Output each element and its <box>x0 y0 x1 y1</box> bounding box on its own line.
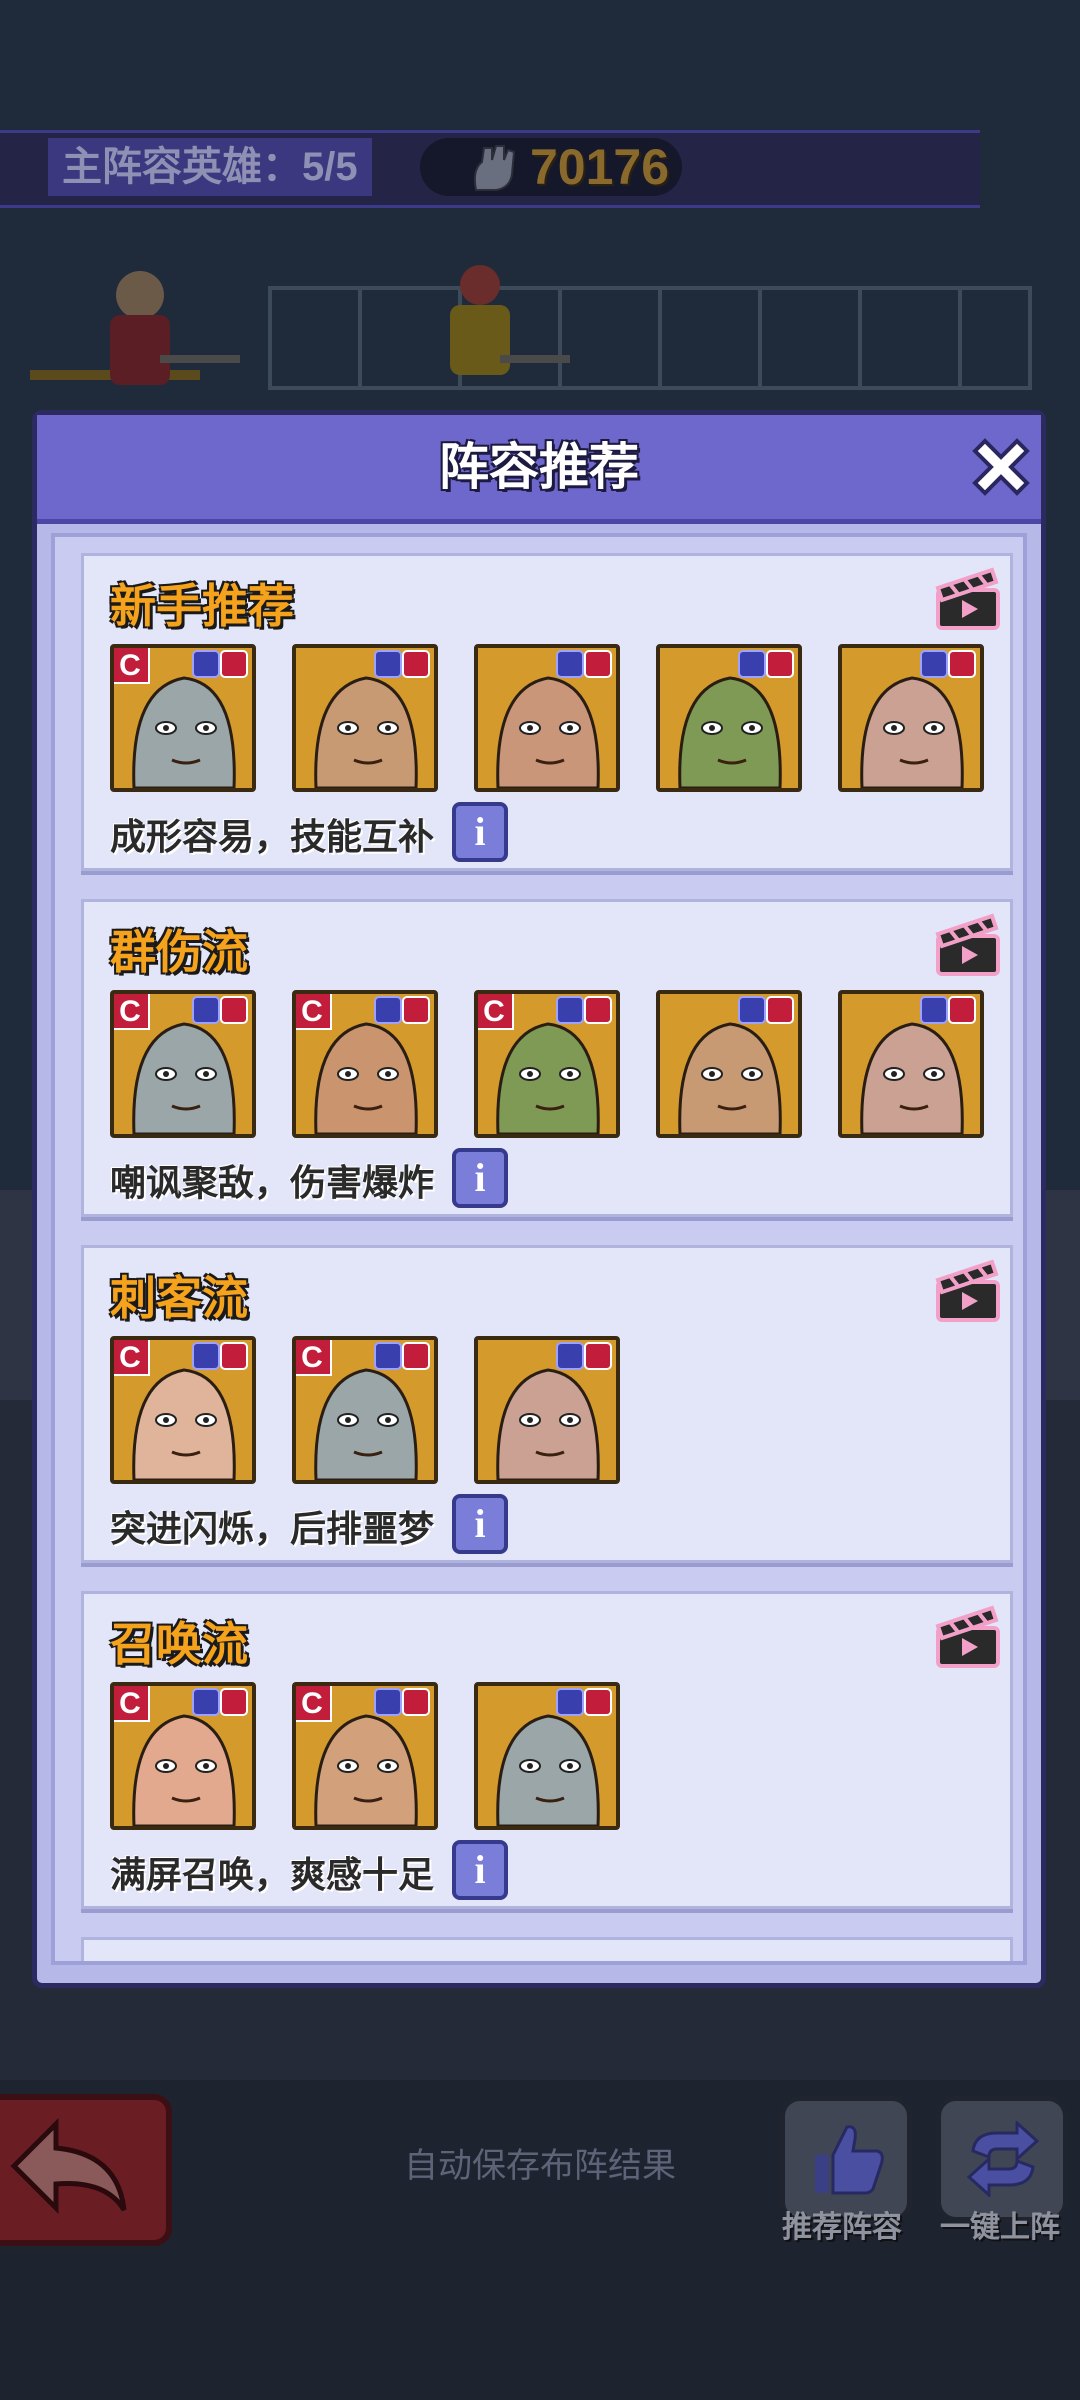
lineup-description: 突进闪烁，后排噩梦 <box>110 1508 435 1549</box>
thumbs-up-icon <box>815 2125 884 2195</box>
lineup-card-title: 群伤流 <box>110 926 248 978</box>
lineup-card-partial <box>81 1937 1013 1961</box>
class-icon <box>738 650 766 678</box>
class-icon <box>920 996 948 1024</box>
class-icon <box>556 1688 584 1716</box>
hero-figure-gunner <box>110 271 240 385</box>
weapon-icon <box>220 996 248 1024</box>
lineup-card: 召唤流 C C 满屏召唤，爽感十足 i <box>81 1591 1013 1909</box>
video-clapper-icon[interactable] <box>932 1254 1004 1326</box>
rarity-badge: C <box>114 648 150 684</box>
auto-deploy-label: 一键上阵 <box>940 2211 1060 2244</box>
weapon-icon <box>402 1688 430 1716</box>
class-icon <box>556 1342 584 1370</box>
hero-portrait[interactable] <box>838 644 984 792</box>
lineup-description: 成形容易，技能互补 <box>110 816 435 857</box>
hero-portrait[interactable] <box>474 1336 620 1484</box>
class-icon <box>192 1688 220 1716</box>
hero-portrait[interactable]: C <box>110 1682 256 1830</box>
weapon-icon <box>584 1688 612 1716</box>
hero-portrait[interactable] <box>474 644 620 792</box>
hero-portrait[interactable] <box>474 1682 620 1830</box>
class-icon <box>374 1688 402 1716</box>
class-icon <box>374 650 402 678</box>
info-button[interactable]: i <box>452 1494 508 1554</box>
rarity-badge: C <box>478 994 514 1030</box>
class-icon <box>920 650 948 678</box>
info-icon: i <box>474 1847 486 1892</box>
weapon-icon <box>402 996 430 1024</box>
dialog-header: 阵容推荐 <box>37 415 1041 524</box>
info-button[interactable]: i <box>452 802 508 862</box>
weapon-icon <box>220 1688 248 1716</box>
hero-portrait[interactable]: C <box>474 990 620 1138</box>
hero-portrait[interactable]: C <box>292 1682 438 1830</box>
autosave-hint: 自动保存布阵结果 <box>404 2147 676 2185</box>
class-icon <box>374 1342 402 1370</box>
video-clapper-icon[interactable] <box>932 908 1004 980</box>
close-icon[interactable] <box>965 431 1037 503</box>
power-value: 70176 <box>530 139 670 195</box>
rarity-badge: C <box>114 1340 150 1376</box>
info-icon: i <box>474 1501 486 1546</box>
class-icon <box>556 650 584 678</box>
fist-icon <box>473 145 516 191</box>
hero-portrait[interactable] <box>838 990 984 1138</box>
weapon-icon <box>766 650 794 678</box>
class-icon <box>738 996 766 1024</box>
info-button[interactable]: i <box>452 1148 508 1208</box>
class-icon <box>556 996 584 1024</box>
class-icon <box>192 650 220 678</box>
info-button[interactable]: i <box>452 1840 508 1900</box>
lineup-description: 嘲讽聚敌，伤害爆炸 <box>110 1162 435 1203</box>
rarity-badge: C <box>114 1686 150 1722</box>
hero-portrait[interactable]: C <box>110 1336 256 1484</box>
recommend-list[interactable]: 新手推荐 C 成形容易，技能互补 i 群伤流 C C C 嘲讽聚敌，伤害爆炸 i 刺客流 C C 突进闪烁… <box>51 533 1027 1965</box>
lineup-card-title: 刺客流 <box>110 1272 248 1324</box>
weapon-icon <box>402 1342 430 1370</box>
weapon-icon <box>584 996 612 1024</box>
weapon-icon <box>948 996 976 1024</box>
swap-arrows-icon <box>966 2121 1040 2197</box>
weapon-icon <box>220 1342 248 1370</box>
hero-portrait[interactable]: C <box>292 990 438 1138</box>
rarity-badge: C <box>296 1686 332 1722</box>
hero-portrait[interactable] <box>656 644 802 792</box>
dialog-title: 阵容推荐 <box>439 439 639 495</box>
rarity-badge: C <box>296 1340 332 1376</box>
hero-figure-soldier <box>450 265 570 375</box>
info-icon: i <box>474 809 486 854</box>
hero-portrait[interactable] <box>656 990 802 1138</box>
weapon-icon <box>766 996 794 1024</box>
weapon-icon <box>948 650 976 678</box>
hero-portrait[interactable]: C <box>110 990 256 1138</box>
lineup-description: 满屏召唤，爽感十足 <box>110 1854 435 1895</box>
weapon-icon <box>584 650 612 678</box>
video-clapper-icon[interactable] <box>932 562 1004 634</box>
hero-portrait[interactable] <box>292 644 438 792</box>
info-icon: i <box>474 1155 486 1200</box>
weapon-icon <box>402 650 430 678</box>
weapon-icon <box>220 650 248 678</box>
rarity-badge: C <box>114 994 150 1030</box>
class-icon <box>192 996 220 1024</box>
lineup-card: 刺客流 C C 突进闪烁，后排噩梦 i <box>81 1245 1013 1563</box>
lineup-card: 群伤流 C C C 嘲讽聚敌，伤害爆炸 i <box>81 899 1013 1217</box>
class-icon <box>192 1342 220 1370</box>
class-icon <box>374 996 402 1024</box>
hero-portrait[interactable]: C <box>110 644 256 792</box>
lineup-recommend-dialog: 阵容推荐 新手推荐 C 成形容易，技能互补 i 群伤流 C C C 嘲讽聚敌，伤害爆炸 i 刺客流 C… <box>32 410 1046 1988</box>
rarity-badge: C <box>296 994 332 1030</box>
main-lineup-count: 主阵容英雄：5/5 <box>48 138 372 196</box>
weapon-icon <box>584 1342 612 1370</box>
lineup-card-title: 新手推荐 <box>110 580 294 632</box>
video-clapper-icon[interactable] <box>932 1600 1004 1672</box>
lineup-card: 新手推荐 C 成形容易，技能互补 i <box>81 553 1013 871</box>
hero-portrait[interactable]: C <box>292 1336 438 1484</box>
lineup-card-title: 召唤流 <box>110 1618 248 1670</box>
